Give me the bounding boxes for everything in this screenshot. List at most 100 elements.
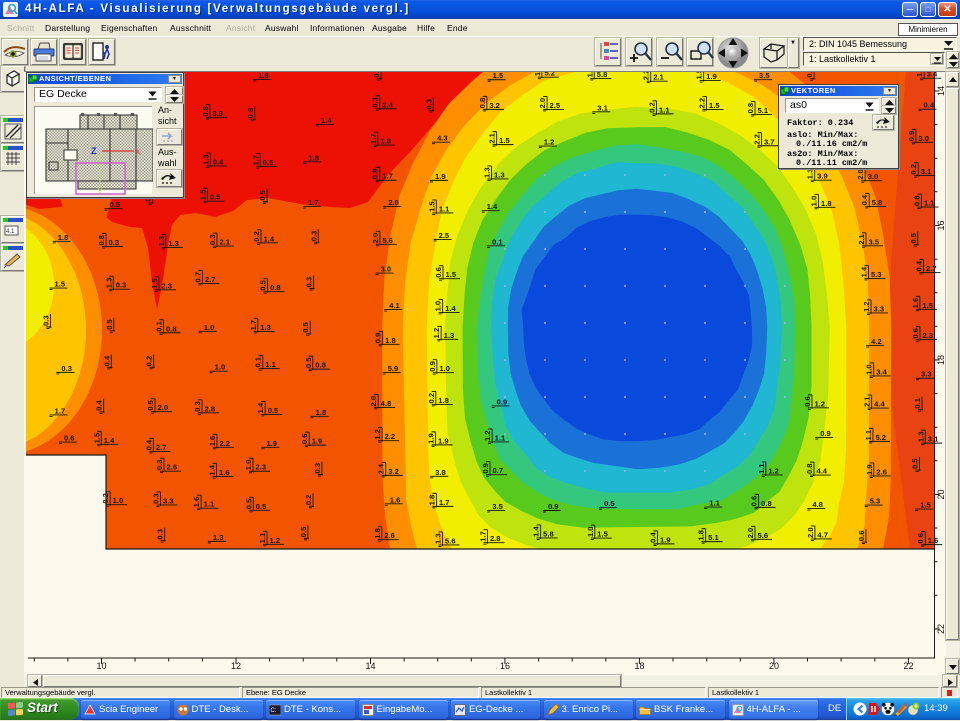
svg-text:0.3: 0.3: [305, 277, 314, 288]
svg-text:4.2: 4.2: [871, 337, 882, 346]
svg-text:2.0: 2.0: [158, 403, 169, 412]
svg-text:1.3: 1.3: [168, 239, 179, 248]
svg-text:5.8: 5.8: [543, 529, 554, 538]
svg-text:1.5: 1.5: [427, 201, 436, 212]
svg-text:0.9: 0.9: [497, 397, 508, 406]
svg-text:1.6: 1.6: [192, 497, 201, 508]
svg-text:1.3: 1.3: [201, 154, 210, 165]
svg-text:0.5: 0.5: [210, 193, 221, 202]
svg-text:1.9: 1.9: [266, 439, 277, 448]
svg-text:3.5: 3.5: [759, 72, 770, 80]
svg-text:2.4: 2.4: [377, 463, 386, 474]
svg-text:3.1: 3.1: [597, 103, 608, 112]
svg-text:2.7: 2.7: [926, 264, 937, 273]
svg-text:0.9: 0.9: [374, 333, 383, 344]
svg-text:0.5: 0.5: [259, 279, 268, 290]
svg-text:5.6: 5.6: [382, 236, 393, 245]
svg-text:20: 20: [936, 489, 946, 499]
svg-text:0.8: 0.8: [246, 108, 255, 119]
svg-text:2.3: 2.3: [161, 281, 172, 290]
svg-text:2.1: 2.1: [863, 396, 872, 407]
svg-text:1.1: 1.1: [709, 499, 720, 508]
svg-text:2.0: 2.0: [856, 169, 865, 180]
svg-text:1.2: 1.2: [814, 399, 825, 408]
svg-text:1.4: 1.4: [585, 72, 594, 77]
svg-text:2.0: 2.0: [746, 528, 755, 539]
svg-text:1.9: 1.9: [312, 437, 323, 446]
svg-text:16: 16: [936, 220, 946, 230]
svg-text:5.8: 5.8: [872, 198, 883, 207]
svg-text:0.4: 0.4: [144, 439, 153, 450]
svg-text:2.8: 2.8: [490, 534, 501, 543]
svg-text:0.5: 0.5: [258, 189, 267, 200]
svg-text:1.9: 1.9: [427, 433, 436, 444]
svg-text:1.8: 1.8: [258, 72, 269, 80]
svg-text:0.3: 0.3: [155, 460, 164, 471]
svg-text:1.4: 1.4: [532, 526, 541, 537]
svg-text:0.2: 0.2: [252, 231, 261, 242]
svg-text:1.1: 1.1: [757, 463, 766, 474]
svg-text:1.0: 1.0: [204, 323, 215, 332]
svg-text:1.3: 1.3: [433, 533, 442, 544]
svg-text:0.5: 0.5: [263, 158, 274, 167]
svg-text:0.3: 0.3: [313, 463, 322, 474]
svg-text:2.0: 2.0: [806, 527, 815, 538]
svg-text:0.4: 0.4: [924, 101, 935, 110]
svg-text:0.5: 0.5: [299, 526, 308, 537]
svg-text:0.3: 0.3: [424, 99, 433, 110]
svg-text:0.6: 0.6: [300, 434, 309, 445]
svg-text:2.7: 2.7: [156, 443, 167, 452]
svg-text:0.5: 0.5: [911, 458, 920, 469]
svg-text:2.0: 2.0: [369, 396, 378, 407]
svg-text:0.3: 0.3: [109, 238, 120, 247]
svg-text:2.2: 2.2: [219, 439, 230, 448]
svg-text:X: X: [135, 147, 141, 157]
svg-text:0.8: 0.8: [97, 235, 106, 246]
svg-text:22: 22: [903, 661, 913, 671]
svg-text:2.3: 2.3: [256, 463, 267, 472]
svg-text:1.2: 1.2: [768, 466, 779, 475]
svg-text:1.7: 1.7: [382, 172, 393, 181]
svg-text:1.6: 1.6: [219, 468, 230, 477]
svg-text:1.2: 1.2: [270, 536, 281, 545]
svg-text:1.4: 1.4: [256, 402, 265, 413]
svg-text:1.4: 1.4: [321, 116, 332, 125]
svg-text:0.3: 0.3: [41, 315, 50, 326]
svg-text:3.1: 3.1: [928, 435, 939, 444]
svg-text:0.9: 0.9: [428, 361, 437, 372]
svg-text:1.3: 1.3: [444, 331, 455, 340]
svg-text:4.1: 4.1: [389, 301, 400, 310]
svg-text:4.7: 4.7: [817, 530, 828, 539]
svg-text:1.0: 1.0: [244, 460, 253, 471]
svg-text:3.0: 3.0: [918, 134, 929, 143]
svg-text:0.8: 0.8: [746, 103, 755, 114]
svg-text:1.8: 1.8: [533, 72, 542, 76]
svg-text:3.8: 3.8: [435, 468, 446, 477]
svg-text:1.5: 1.5: [150, 278, 159, 289]
svg-text:0.8: 0.8: [912, 196, 921, 207]
svg-text:1.2: 1.2: [373, 429, 382, 440]
svg-text:1.1: 1.1: [924, 199, 935, 208]
svg-text:1.5: 1.5: [92, 432, 101, 443]
svg-text:1.9: 1.9: [706, 72, 717, 81]
svg-text:2.1: 2.1: [219, 238, 230, 247]
svg-text:12: 12: [231, 661, 241, 671]
svg-text:2.5: 2.5: [439, 231, 450, 240]
svg-text:2.1: 2.1: [653, 73, 664, 82]
svg-text:1.5: 1.5: [709, 101, 720, 110]
svg-text:1.3: 1.3: [806, 169, 815, 180]
svg-text:1.7: 1.7: [369, 133, 378, 144]
svg-text:0.3: 0.3: [371, 97, 380, 108]
svg-text:2.8: 2.8: [205, 404, 216, 413]
svg-text:5.1: 5.1: [758, 106, 769, 115]
svg-text:14: 14: [365, 661, 375, 671]
svg-text:1.0: 1.0: [586, 526, 595, 537]
svg-text:1.4: 1.4: [859, 266, 868, 277]
svg-text:1.4: 1.4: [264, 234, 275, 243]
svg-text:5.3: 5.3: [870, 497, 881, 506]
svg-text:1.7: 1.7: [55, 406, 66, 415]
svg-text:1.6: 1.6: [911, 298, 920, 309]
svg-text:18: 18: [936, 355, 946, 365]
svg-text:1.3: 1.3: [483, 167, 492, 178]
svg-text:1.9: 1.9: [438, 436, 449, 445]
